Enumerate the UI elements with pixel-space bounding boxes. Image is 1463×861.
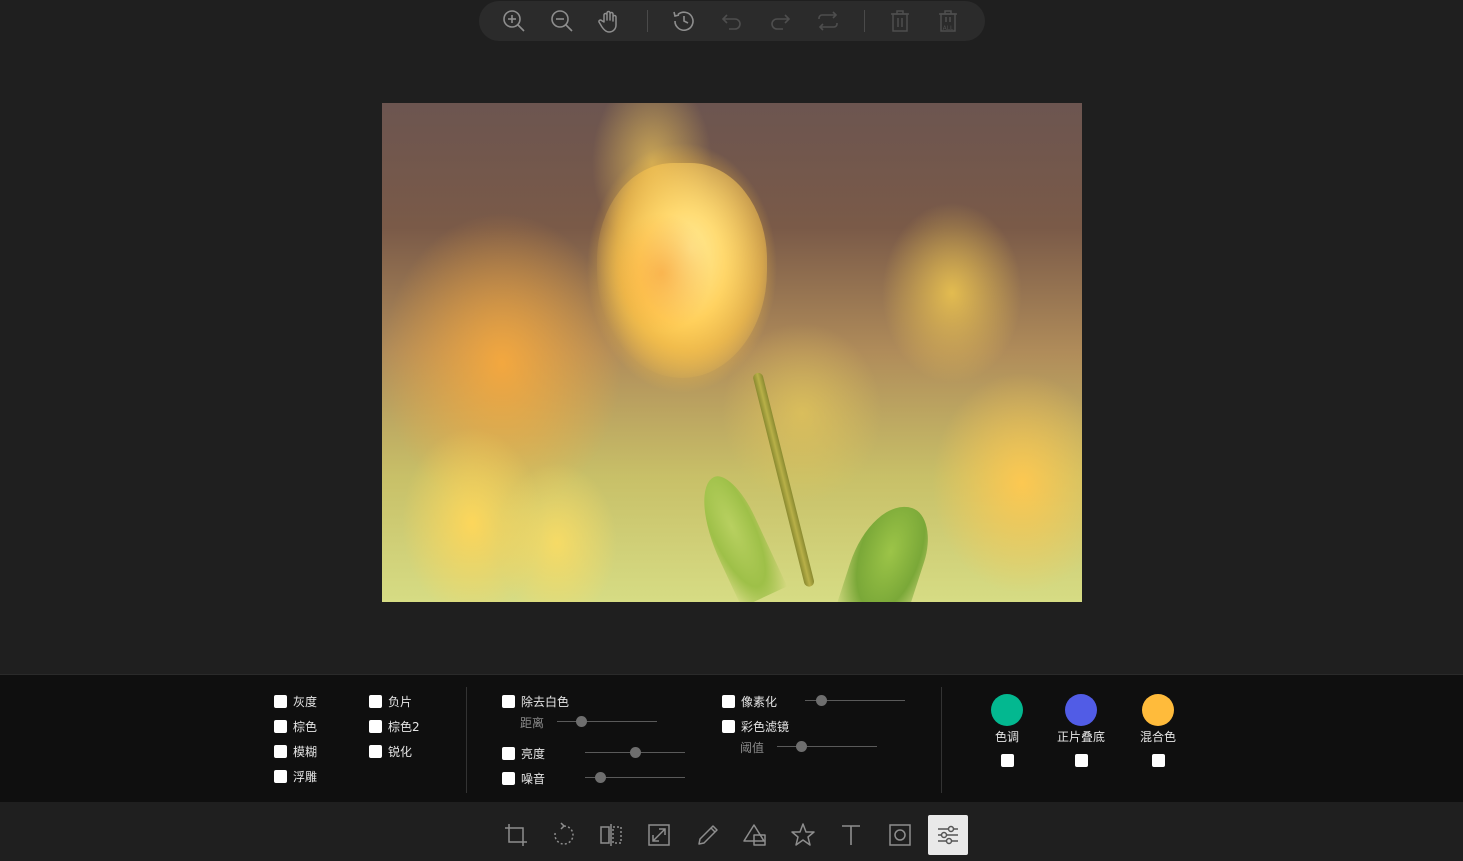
filter-icon[interactable] <box>928 815 968 855</box>
resize-icon[interactable] <box>639 815 679 855</box>
zoom-in-icon[interactable] <box>500 7 528 35</box>
draw-icon[interactable] <box>688 815 728 855</box>
hand-icon[interactable] <box>596 7 624 35</box>
filter-remove-white[interactable]: 除去白色 <box>502 693 569 710</box>
filter-sepia2[interactable]: 棕色2 <box>369 718 420 735</box>
blend-label: 混合色 <box>1139 730 1176 744</box>
checkbox[interactable] <box>274 720 287 733</box>
photo-petal <box>612 213 712 333</box>
redo-icon[interactable] <box>766 7 794 35</box>
rotate-icon[interactable] <box>544 815 584 855</box>
filter-emboss[interactable]: 浮雕 <box>274 768 317 785</box>
filter-invert[interactable]: 负片 <box>369 693 412 710</box>
checkbox[interactable] <box>274 745 287 758</box>
toolbar-divider <box>864 10 865 32</box>
filter-panel: 灰度 棕色 模糊 浮雕 负片 棕色2 锐化 除去白色 距离 亮度 噪音 像素化 … <box>0 674 1463 802</box>
distance-slider[interactable] <box>557 716 657 727</box>
checkbox[interactable] <box>369 720 382 733</box>
filter-label: 灰度 <box>293 695 318 709</box>
tint-color-swatch[interactable] <box>991 694 1023 726</box>
panel-divider <box>466 687 467 793</box>
pixelate-slider[interactable] <box>805 695 905 706</box>
checkbox[interactable] <box>502 747 515 760</box>
slider-thumb[interactable] <box>595 772 606 783</box>
filter-label: 棕色 <box>293 720 318 734</box>
checkbox[interactable] <box>722 720 735 733</box>
filter-sepia[interactable]: 棕色 <box>274 718 317 735</box>
top-toolbar: ALL <box>479 1 985 41</box>
mask-icon[interactable] <box>880 815 920 855</box>
filter-pixelate[interactable]: 像素化 <box>722 693 777 710</box>
delete-icon[interactable] <box>886 7 914 35</box>
filter-color-filter[interactable]: 彩色滤镜 <box>722 718 789 735</box>
checkbox[interactable] <box>274 770 287 783</box>
filter-label: 浮雕 <box>293 770 318 784</box>
filter-grayscale[interactable]: 灰度 <box>274 693 317 710</box>
noise-slider[interactable] <box>585 772 685 783</box>
history-icon[interactable] <box>670 7 698 35</box>
filter-label: 锐化 <box>388 745 413 759</box>
filter-label: 棕色2 <box>388 720 420 734</box>
filter-label: 模糊 <box>293 745 318 759</box>
filter-label: 噪音 <box>521 772 546 786</box>
filter-noise[interactable]: 噪音 <box>502 770 545 787</box>
filter-sharpen[interactable]: 锐化 <box>369 743 412 760</box>
blend-checkbox[interactable] <box>1152 754 1165 767</box>
tint-checkbox[interactable] <box>1001 754 1014 767</box>
crop-icon[interactable] <box>496 815 536 855</box>
filter-label: 彩色滤镜 <box>741 720 790 734</box>
filter-label: 亮度 <box>521 747 546 761</box>
distance-label: 距离 <box>520 716 545 730</box>
star-icon[interactable] <box>783 815 823 855</box>
canvas-image[interactable] <box>382 103 1082 602</box>
blend-color-swatch[interactable] <box>1142 694 1174 726</box>
panel-divider <box>941 687 942 793</box>
photo-leaf <box>835 495 939 602</box>
toolbar-divider <box>647 10 648 32</box>
slider-thumb[interactable] <box>796 741 807 752</box>
multiply-label: 正片叠底 <box>1056 730 1105 744</box>
flip-icon[interactable] <box>591 815 631 855</box>
multiply-checkbox[interactable] <box>1075 754 1088 767</box>
checkbox[interactable] <box>502 695 515 708</box>
threshold-label: 阈值 <box>740 741 765 755</box>
checkbox[interactable] <box>502 772 515 785</box>
text-icon[interactable] <box>831 815 871 855</box>
delete-all-label: ALL <box>943 25 954 32</box>
tint-label: 色调 <box>994 730 1019 744</box>
checkbox[interactable] <box>369 745 382 758</box>
undo-icon[interactable] <box>718 7 746 35</box>
filter-label: 除去白色 <box>521 695 570 709</box>
checkbox[interactable] <box>722 695 735 708</box>
checkbox[interactable] <box>369 695 382 708</box>
reset-icon[interactable] <box>814 7 842 35</box>
threshold-slider[interactable] <box>777 741 877 752</box>
filter-blur[interactable]: 模糊 <box>274 743 317 760</box>
filter-brightness[interactable]: 亮度 <box>502 745 545 762</box>
bottom-toolbar <box>0 802 1463 861</box>
zoom-out-icon[interactable] <box>548 7 576 35</box>
filter-label: 像素化 <box>741 695 778 709</box>
shape-icon[interactable] <box>735 815 775 855</box>
slider-thumb[interactable] <box>576 716 587 727</box>
delete-all-icon[interactable]: ALL <box>934 7 962 35</box>
brightness-slider[interactable] <box>585 747 685 758</box>
slider-thumb[interactable] <box>630 747 641 758</box>
photo-leaf <box>686 468 788 602</box>
checkbox[interactable] <box>274 695 287 708</box>
slider-thumb[interactable] <box>816 695 827 706</box>
multiply-color-swatch[interactable] <box>1065 694 1097 726</box>
filter-label: 负片 <box>388 695 413 709</box>
